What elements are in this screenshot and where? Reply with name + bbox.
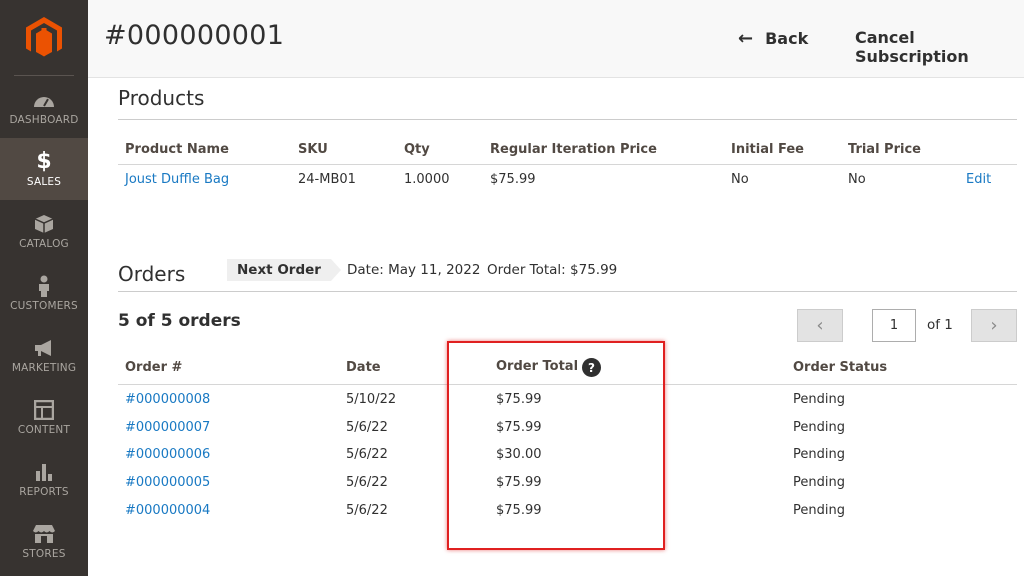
order-link[interactable]: #000000007 [125, 420, 210, 435]
product-price: $75.99 [490, 172, 536, 187]
chevron-right-icon: › [990, 315, 998, 336]
next-order-total: Order Total: $75.99 [487, 262, 618, 278]
cancel-subscription-button[interactable]: Cancel Subscription [855, 28, 1024, 66]
order-status: Pending [793, 420, 845, 435]
order-link[interactable]: #000000008 [125, 392, 210, 407]
pager-next-button[interactable]: › [971, 309, 1017, 342]
help-icon[interactable]: ? [582, 358, 601, 377]
nav-label: SALES [26, 175, 62, 188]
page-title: #000000001 [104, 20, 285, 51]
col-qty: Qty [404, 142, 430, 157]
box-icon [34, 213, 54, 235]
nav-label: REPORTS [19, 485, 69, 498]
store-icon [32, 523, 56, 545]
orders-count: 5 of 5 orders [118, 311, 241, 331]
orders-divider [118, 291, 1017, 292]
nav-dashboard[interactable]: DASHBOARD [0, 76, 88, 138]
col-initial-fee: Initial Fee [731, 142, 804, 157]
magento-logo-icon [26, 17, 62, 57]
col-sku: SKU [298, 142, 328, 157]
nav-marketing[interactable]: MARKETING [0, 324, 88, 386]
product-name-link[interactable]: Joust Duffle Bag [125, 172, 229, 187]
edit-product-link[interactable]: Edit [966, 172, 991, 187]
order-link[interactable]: #000000004 [125, 503, 210, 518]
pager-prev-button[interactable]: ‹ [797, 309, 843, 342]
orders-section-title: Orders [118, 262, 186, 286]
orders-header-divider [118, 384, 1017, 385]
magento-logo[interactable] [0, 0, 88, 76]
dollar-icon: $ [36, 149, 52, 174]
back-button[interactable]: ← Back [738, 28, 808, 49]
products-header-divider [118, 164, 1017, 165]
order-date: 5/6/22 [346, 503, 388, 518]
products-section-title: Products [118, 86, 205, 110]
nav-label: STORES [22, 547, 66, 560]
order-status: Pending [793, 392, 845, 407]
col-date: Date [346, 360, 381, 375]
order-link[interactable]: #000000005 [125, 475, 210, 490]
nav-stores[interactable]: STORES [0, 510, 88, 572]
next-order-date: Date: May 11, 2022 [347, 262, 481, 278]
dashboard-icon [33, 89, 55, 111]
order-status: Pending [793, 475, 845, 490]
order-status: Pending [793, 503, 845, 518]
order-total: $30.00 [496, 447, 542, 462]
product-qty: 1.0000 [404, 172, 450, 187]
order-status: Pending [793, 447, 845, 462]
admin-sidebar: DASHBOARD $ SALES CATALOG CUSTOMERS MARK… [0, 0, 88, 576]
nav-reports[interactable]: REPORTS [0, 448, 88, 510]
nav-sales[interactable]: $ SALES [0, 138, 88, 200]
order-date: 5/10/22 [346, 392, 397, 407]
nav-content[interactable]: CONTENT [0, 386, 88, 448]
order-date: 5/6/22 [346, 447, 388, 462]
nav-label: DASHBOARD [9, 113, 79, 126]
order-date: 5/6/22 [346, 420, 388, 435]
col-order-number: Order # [125, 360, 183, 375]
order-total: $75.99 [496, 475, 542, 490]
nav-label: CONTENT [17, 423, 71, 436]
arrow-left-icon: ← [738, 28, 754, 49]
megaphone-icon [33, 337, 55, 359]
product-sku: 24-MB01 [298, 172, 356, 187]
page-header: #000000001 ← Back Cancel Subscription [88, 0, 1024, 78]
nav-label: CATALOG [19, 237, 69, 250]
col-trial-price: Trial Price [848, 142, 921, 157]
chevron-left-icon: ‹ [816, 315, 824, 336]
back-button-label: Back [765, 29, 809, 48]
next-order-badge: Next Order [227, 259, 341, 281]
person-icon [37, 275, 51, 297]
nav-label: MARKETING [11, 361, 77, 374]
bar-chart-icon [34, 461, 54, 483]
layout-icon [34, 399, 54, 421]
order-total: $75.99 [496, 420, 542, 435]
products-divider [118, 119, 1017, 120]
order-date: 5/6/22 [346, 475, 388, 490]
page-number-input[interactable]: 1 [872, 309, 916, 342]
col-order-status: Order Status [793, 360, 888, 375]
product-initial-fee: No [731, 172, 749, 187]
page-of-label: of 1 [927, 317, 953, 333]
order-total: $75.99 [496, 503, 542, 518]
nav-label: CUSTOMERS [10, 299, 78, 312]
col-product-name: Product Name [125, 142, 229, 157]
col-order-total: Order Total [496, 359, 579, 374]
product-trial-price: No [848, 172, 866, 187]
nav-customers[interactable]: CUSTOMERS [0, 262, 88, 324]
order-link[interactable]: #000000006 [125, 447, 210, 462]
nav-catalog[interactable]: CATALOG [0, 200, 88, 262]
col-regular-price: Regular Iteration Price [490, 142, 657, 157]
order-total: $75.99 [496, 392, 542, 407]
